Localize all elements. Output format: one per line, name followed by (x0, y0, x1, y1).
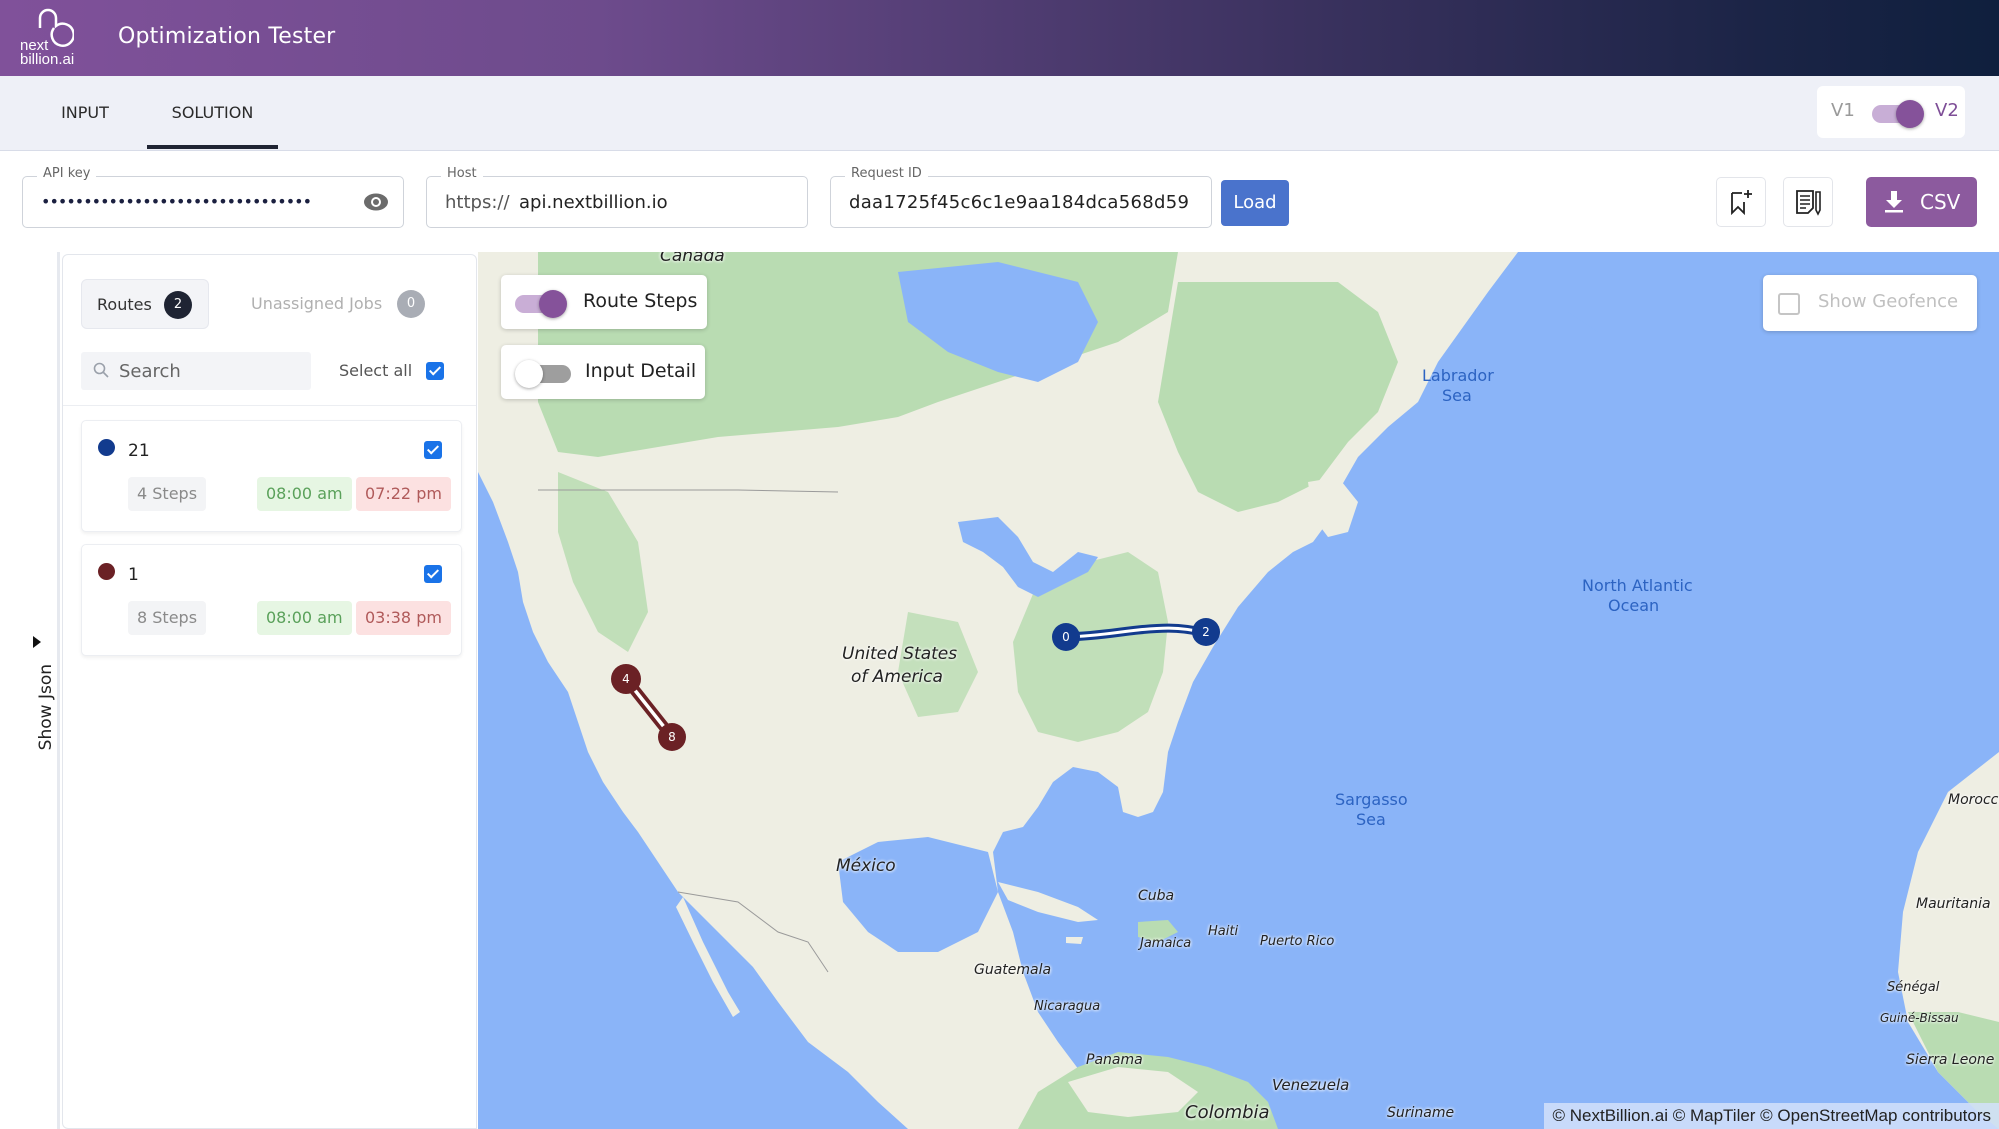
version-toggle[interactable] (1872, 100, 1924, 128)
unassigned-tab-label: Unassigned Jobs (251, 294, 383, 313)
route-steps-label: Route Steps (583, 290, 698, 312)
land-jamaica (1066, 937, 1083, 944)
version-v1-label: V1 (1831, 100, 1855, 121)
route-steps-toggle-card[interactable]: Route Steps (501, 275, 707, 329)
logo-text-line2: billion.ai (20, 51, 75, 68)
route-marker[interactable]: 2 (1192, 618, 1220, 646)
csv-download-button[interactable]: CSV (1866, 177, 1977, 227)
notes-edit-icon (1796, 190, 1821, 216)
tab-unassigned-jobs[interactable]: Unassigned Jobs 0 (233, 279, 443, 329)
app-title: Optimization Tester (118, 24, 336, 49)
version-v2-label: V2 (1935, 100, 1959, 121)
route-card[interactable]: 21 4 Steps 08:00 am 07:22 pm (81, 420, 462, 532)
caret-right-icon (33, 636, 41, 648)
unassigned-count-badge: 0 (397, 290, 425, 318)
tab-solution[interactable]: SOLUTION (147, 76, 278, 149)
input-detail-switch[interactable] (515, 360, 571, 388)
land-cuba (998, 882, 1098, 922)
route-checkbox[interactable] (424, 441, 442, 459)
route-name: 1 (128, 565, 139, 585)
show-json-label: Show Json (36, 664, 56, 751)
tab-input[interactable]: INPUT (40, 76, 130, 148)
route-steps-count: 8 Steps (128, 601, 207, 635)
land-greenland (1518, 252, 1708, 342)
route-name: 21 (128, 441, 150, 461)
switch-knob (515, 360, 543, 388)
host-value[interactable]: api.nextbillion.io (519, 192, 668, 213)
route-card[interactable]: 1 8 Steps 08:00 am 03:38 pm (81, 544, 462, 656)
route-marker[interactable]: 8 (658, 723, 686, 751)
select-all-label: Select all (339, 361, 413, 380)
nextbillion-logo[interactable]: next billion.ai (20, 8, 88, 68)
download-icon (1885, 191, 1903, 213)
app-header: next billion.ai Optimization Tester (0, 0, 1999, 76)
show-geofence-checkbox[interactable] (1778, 293, 1800, 315)
route-marker[interactable]: 0 (1052, 623, 1080, 651)
version-switch: V1 V2 (1817, 86, 1965, 138)
routes-tab-label: Routes (97, 295, 152, 314)
tab-routes[interactable]: Routes 2 (81, 279, 209, 329)
host-field[interactable]: Host https:// api.nextbillion.io (426, 166, 808, 228)
map-canvas[interactable]: 0 2 4 8 Canada United States of America … (478, 252, 1999, 1129)
panel-divider (63, 405, 476, 406)
api-key-value[interactable]: •••••••••••••••••••••••••••••••• (41, 192, 361, 211)
show-geofence-label: Show Geofence (1818, 291, 1959, 312)
eye-icon[interactable] (363, 191, 389, 213)
route-end-time: 03:38 pm (356, 601, 451, 635)
load-button[interactable]: Load (1221, 180, 1289, 226)
input-detail-label: Input Detail (585, 360, 697, 382)
route-color-dot (98, 563, 115, 580)
toggle-knob (1896, 100, 1924, 128)
route-start-time: 08:00 am (257, 477, 352, 511)
bookmark-button[interactable] (1716, 177, 1766, 227)
host-legend: Host (441, 166, 483, 181)
land-hispaniola (1138, 920, 1178, 942)
request-id-field[interactable]: Request ID daa1725f45c6c1e9aa184dca568d5… (830, 166, 1212, 228)
route-steps-switch[interactable] (515, 290, 569, 318)
json-sidebar: Show Json (0, 252, 60, 1129)
routes-count-badge: 2 (164, 291, 192, 319)
switch-knob (539, 290, 567, 318)
route-search[interactable] (81, 352, 311, 390)
request-id-value[interactable]: daa1725f45c6c1e9aa184dca568d59 (849, 192, 1189, 213)
tab-bar: INPUT SOLUTION V1 V2 (0, 76, 1999, 151)
host-prefix: https:// (445, 192, 510, 213)
search-icon (93, 362, 109, 378)
select-all-checkbox[interactable] (426, 362, 444, 380)
csv-label: CSV (1920, 190, 1961, 214)
route-end-time: 07:22 pm (356, 477, 451, 511)
route-marker[interactable]: 4 (611, 664, 641, 694)
input-detail-toggle-card[interactable]: Input Detail (501, 345, 705, 399)
map-tiles (478, 252, 1999, 1129)
map-attribution: © NextBillion.ai © MapTiler © OpenStreet… (1544, 1103, 1999, 1129)
show-geofence-card[interactable]: Show Geofence (1763, 275, 1977, 331)
api-key-legend: API key (37, 166, 97, 181)
search-input[interactable] (119, 356, 304, 386)
api-key-field[interactable]: API key •••••••••••••••••••••••••••••••• (22, 166, 404, 228)
routes-panel: Routes 2 Unassigned Jobs 0 Select all 21… (62, 254, 477, 1129)
route-checkbox[interactable] (424, 565, 442, 583)
route-start-time: 08:00 am (257, 601, 352, 635)
route-color-dot (98, 439, 115, 456)
notes-button[interactable] (1783, 177, 1833, 227)
route-steps-count: 4 Steps (128, 477, 207, 511)
bookmark-add-icon (1731, 190, 1752, 216)
forest-quebec (1158, 282, 1398, 512)
request-id-legend: Request ID (845, 166, 928, 181)
